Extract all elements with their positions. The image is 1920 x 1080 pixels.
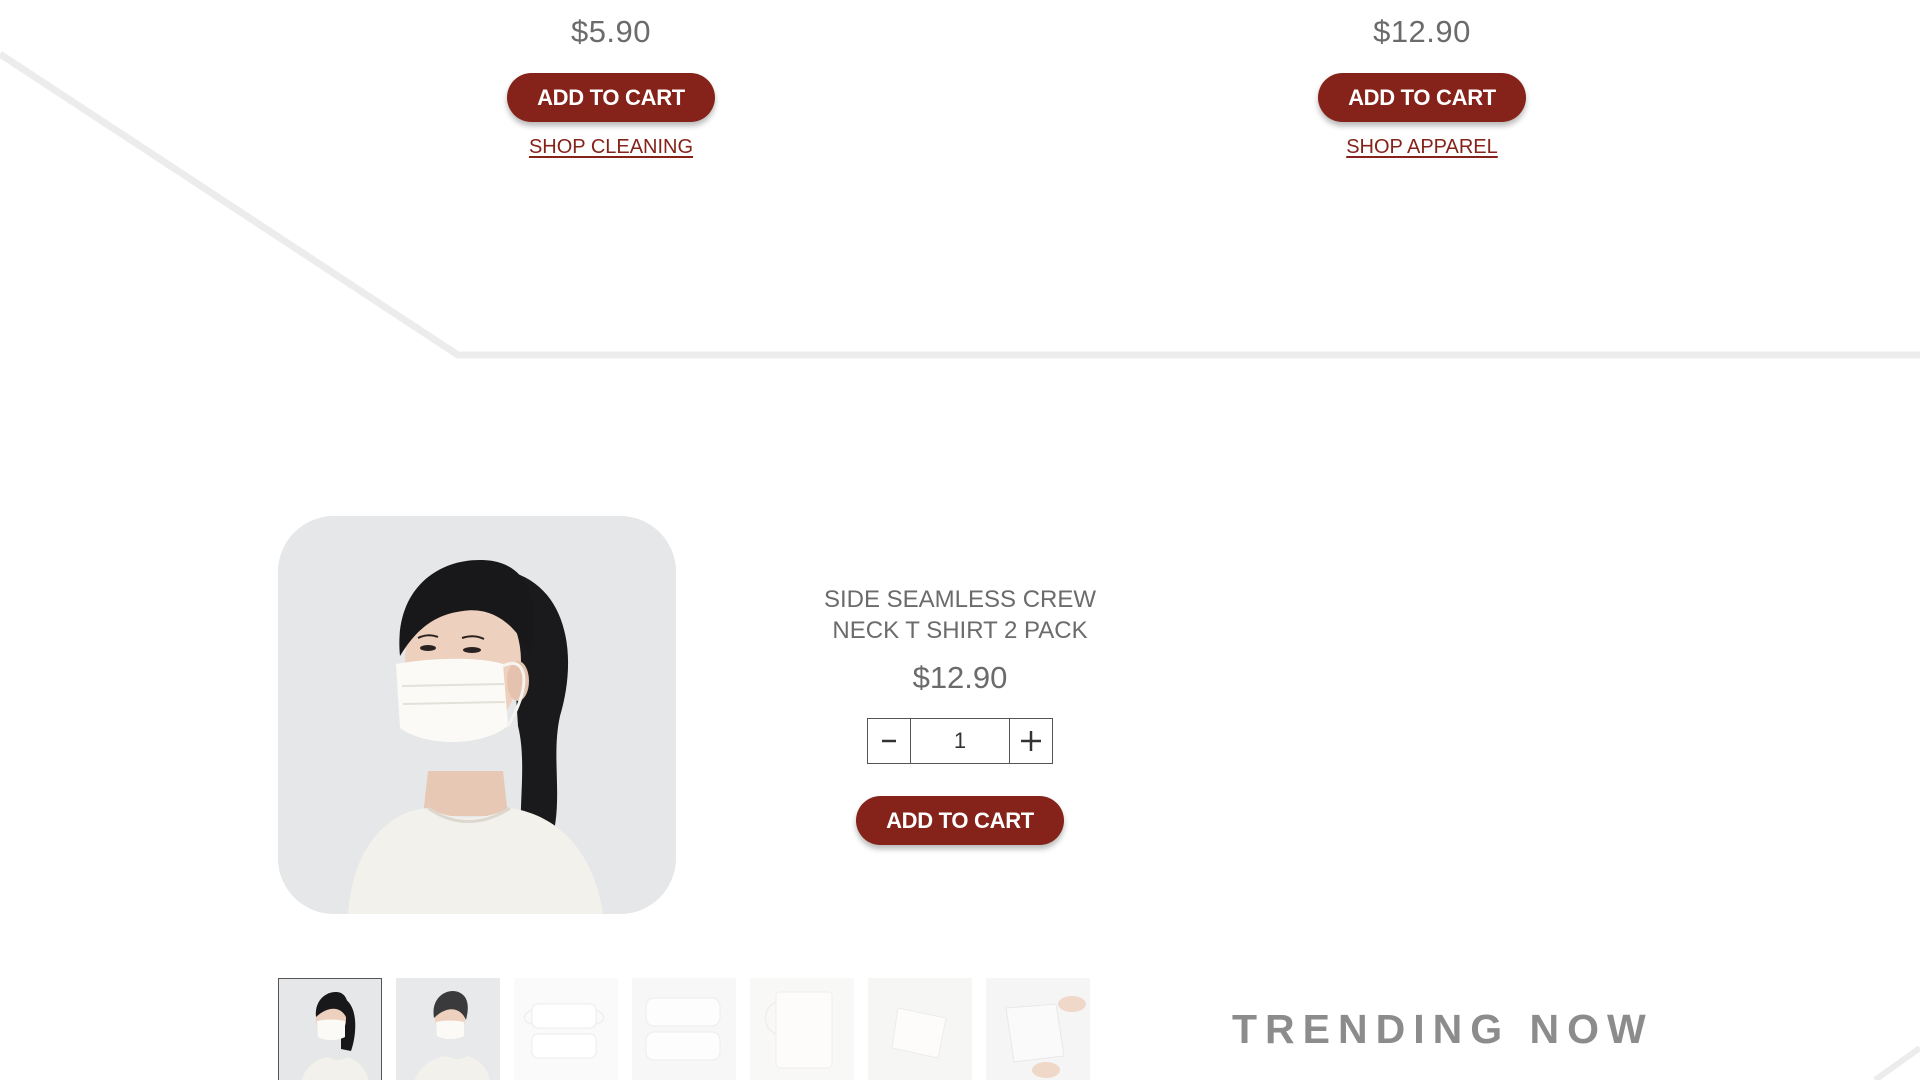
minus-icon: [882, 739, 896, 743]
quantity-stepper: [867, 718, 1053, 764]
product-thumbnails: [278, 978, 1090, 1080]
mask-in-hands-thumb: [986, 978, 1090, 1080]
plus-icon: [1021, 731, 1041, 751]
thumbnail-1[interactable]: [278, 978, 382, 1080]
thumbnail-3[interactable]: [514, 978, 618, 1080]
mask-pair-thumb: [514, 978, 618, 1080]
product-card-apparel: $12.90 ADD TO CART SHOP APPAREL: [1282, 16, 1562, 159]
product-price: $5.90: [570, 14, 652, 49]
product-title: SIDE SEAMLESS CREW NECK T SHIRT 2 PACK: [823, 586, 1097, 644]
shop-apparel-link[interactable]: SHOP APPAREL: [1346, 136, 1498, 159]
mask-flat-thumb: [750, 978, 854, 1080]
thumbnail-4[interactable]: [632, 978, 736, 1080]
mask-stack-thumb: [632, 978, 736, 1080]
product-card-cleaning: $5.90 ADD TO CART SHOP CLEANING: [471, 16, 751, 159]
product-page: $5.90 ADD TO CART SHOP CLEANING $12.90 A…: [0, 0, 1920, 1080]
trending-now-heading: TRENDING NOW: [1232, 1006, 1654, 1052]
featured-product-image[interactable]: [278, 516, 676, 914]
thumbnail-6[interactable]: [868, 978, 972, 1080]
add-to-cart-button[interactable]: ADD TO CART: [856, 796, 1064, 845]
woman-wearing-mask-photo: [278, 516, 676, 914]
mask-model-side-thumb: [396, 978, 500, 1080]
mask-folded-thumb: [868, 978, 972, 1080]
mask-model-front-thumb: [279, 979, 381, 1080]
thumbnail-5[interactable]: [750, 978, 854, 1080]
product-price: $12.90: [1373, 14, 1471, 49]
thumbnail-7[interactable]: [986, 978, 1090, 1080]
add-to-cart-button[interactable]: ADD TO CART: [507, 73, 715, 122]
thumbnail-2[interactable]: [396, 978, 500, 1080]
shop-cleaning-link[interactable]: SHOP CLEANING: [529, 136, 693, 159]
product-price: $12.90: [912, 660, 1008, 695]
featured-product-info: SIDE SEAMLESS CREW NECK T SHIRT 2 PACK $…: [810, 584, 1110, 845]
decrease-quantity-button[interactable]: [868, 719, 911, 763]
increase-quantity-button[interactable]: [1009, 719, 1052, 763]
quantity-input[interactable]: [911, 719, 1009, 763]
add-to-cart-button[interactable]: ADD TO CART: [1318, 73, 1526, 122]
